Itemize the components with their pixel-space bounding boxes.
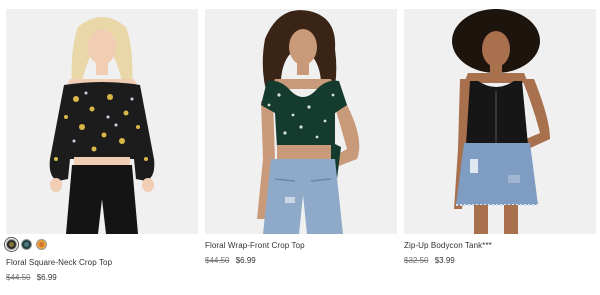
product-price: $44.50 $6.99: [205, 256, 397, 265]
swatch-black-floral-icon[interactable]: [6, 239, 17, 250]
product-image[interactable]: [205, 9, 397, 234]
product-price: $32.50 $3.99: [404, 256, 596, 265]
product-card[interactable]: Floral Square-Neck Crop Top $44.50 $6.99: [6, 9, 198, 282]
original-price: $44.50: [205, 256, 230, 265]
swatch-orange-floral-icon[interactable]: [36, 239, 47, 250]
model-photo: [404, 9, 596, 234]
color-swatches: [6, 239, 198, 252]
product-name[interactable]: Floral Wrap-Front Crop Top: [205, 241, 397, 250]
sale-price: $6.99: [36, 273, 57, 282]
original-price: $44.50: [6, 273, 31, 282]
product-card[interactable]: Zip-Up Bodycon Tank*** $32.50 $3.99: [404, 9, 596, 265]
model-photo: [205, 9, 397, 234]
product-image[interactable]: [6, 9, 198, 234]
sale-price: $3.99: [434, 256, 455, 265]
product-name[interactable]: Zip-Up Bodycon Tank***: [404, 241, 596, 250]
original-price: $32.50: [404, 256, 429, 265]
model-photo: [6, 9, 198, 234]
product-name[interactable]: Floral Square-Neck Crop Top: [6, 258, 198, 267]
product-card[interactable]: Floral Wrap-Front Crop Top $44.50 $6.99: [205, 9, 397, 265]
sale-price: $6.99: [235, 256, 256, 265]
product-price: $44.50 $6.99: [6, 273, 198, 282]
swatch-teal-floral-icon[interactable]: [21, 239, 32, 250]
product-image[interactable]: [404, 9, 596, 234]
